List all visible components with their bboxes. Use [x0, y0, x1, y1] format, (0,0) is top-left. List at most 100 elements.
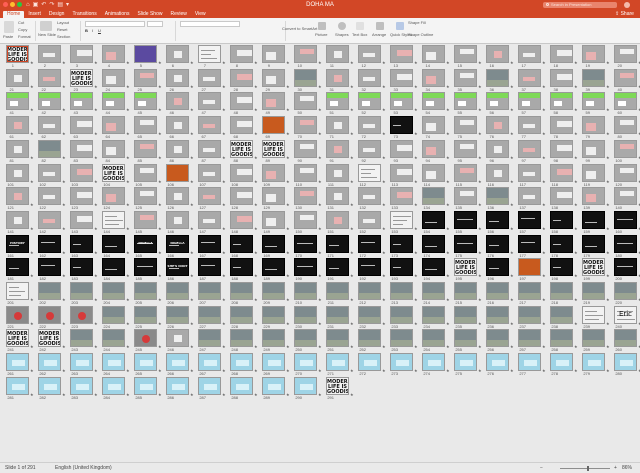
- slide-thumbnail[interactable]: [198, 139, 221, 158]
- slide-thumbnail[interactable]: [358, 329, 381, 348]
- slide-thumbnail[interactable]: [390, 45, 413, 63]
- slide-thumbnail[interactable]: [262, 163, 285, 182]
- slide-thumbnail[interactable]: [230, 210, 253, 229]
- slide-thumbnail[interactable]: [134, 163, 157, 182]
- slide-thumbnail[interactable]: [390, 116, 413, 135]
- slide-thumbnail[interactable]: [198, 305, 221, 324]
- slide-thumbnail[interactable]: [422, 68, 445, 87]
- slide-thumbnail[interactable]: [390, 139, 413, 158]
- slide-thumbnail[interactable]: [70, 92, 93, 111]
- slide-thumbnail[interactable]: [6, 305, 29, 324]
- shapes-button[interactable]: Shapes: [335, 33, 349, 37]
- slide-thumbnail[interactable]: [550, 68, 573, 87]
- slide-thumbnail[interactable]: [486, 210, 509, 229]
- slide-thumbnail[interactable]: [230, 163, 253, 182]
- slide-thumbnail[interactable]: [70, 116, 93, 135]
- slide-thumbnail[interactable]: [454, 353, 477, 372]
- slide-thumbnail[interactable]: [582, 139, 605, 158]
- slide-thumbnail[interactable]: [230, 92, 253, 111]
- section-button[interactable]: Section: [57, 35, 70, 39]
- slide-thumbnail[interactable]: [6, 258, 29, 277]
- slide-thumbnail[interactable]: [198, 68, 221, 87]
- slide-thumbnail[interactable]: [614, 163, 637, 182]
- slide-thumbnail[interactable]: [550, 45, 573, 63]
- slide-thumbnail[interactable]: [326, 353, 349, 372]
- slide-thumbnail[interactable]: NIGELLA: [166, 234, 189, 253]
- slide-thumbnail[interactable]: [166, 305, 189, 324]
- arrange-icon[interactable]: [376, 22, 384, 30]
- slide-thumbnail[interactable]: [422, 282, 445, 300]
- slide-thumbnail[interactable]: [422, 92, 445, 111]
- slide-thumbnail[interactable]: [582, 210, 605, 229]
- slide-thumbnail[interactable]: [230, 187, 253, 206]
- slide-thumbnail[interactable]: [550, 139, 573, 158]
- slide-thumbnail[interactable]: [454, 234, 477, 253]
- slide-thumbnail[interactable]: [582, 305, 605, 324]
- slide-thumbnail[interactable]: [390, 282, 413, 300]
- slide-thumbnail[interactable]: MODERN LIFE IS GOODISH: [262, 139, 285, 158]
- picture-button[interactable]: Picture: [315, 33, 327, 37]
- slide-thumbnail[interactable]: [550, 92, 573, 111]
- search-input[interactable]: Search in Presentation: [543, 2, 617, 8]
- slide-thumbnail[interactable]: [358, 139, 381, 158]
- slide-thumbnail[interactable]: [38, 234, 61, 253]
- slide-thumbnail[interactable]: [70, 376, 93, 395]
- slide-thumbnail[interactable]: [198, 329, 221, 348]
- slide-thumbnail[interactable]: [70, 353, 93, 372]
- slide-thumbnail[interactable]: [6, 68, 29, 87]
- slide-thumbnail[interactable]: [198, 376, 221, 395]
- slide-thumbnail[interactable]: [422, 45, 445, 63]
- slide-thumbnail[interactable]: [262, 305, 285, 324]
- slide-thumbnail[interactable]: [38, 116, 61, 135]
- slide-thumbnail[interactable]: [134, 210, 157, 229]
- shapes-icon[interactable]: [338, 22, 346, 30]
- slide-thumbnail[interactable]: [582, 187, 605, 206]
- slide-thumbnail[interactable]: [38, 139, 61, 158]
- slide-thumbnail[interactable]: [518, 163, 541, 182]
- slide-thumbnail[interactable]: [262, 353, 285, 372]
- tab-transitions[interactable]: Transitions: [68, 11, 100, 18]
- slide-thumbnail[interactable]: [486, 329, 509, 348]
- slide-thumbnail[interactable]: [422, 187, 445, 206]
- paragraph-controls[interactable]: [180, 21, 240, 27]
- slide-thumbnail[interactable]: [454, 92, 477, 111]
- slide-thumbnail[interactable]: [422, 210, 445, 229]
- slide-thumbnail[interactable]: [486, 282, 509, 300]
- slide-thumbnail[interactable]: [358, 163, 381, 182]
- slide-thumbnail[interactable]: [614, 68, 637, 87]
- slide-thumbnail[interactable]: [70, 258, 93, 277]
- slide-thumbnail[interactable]: [326, 92, 349, 111]
- slide-thumbnail[interactable]: [422, 353, 445, 372]
- slide-thumbnail[interactable]: [230, 45, 253, 63]
- slide-thumbnail[interactable]: [198, 258, 221, 277]
- slide-thumbnail[interactable]: [262, 68, 285, 87]
- slide-thumbnail[interactable]: MODERN LIFE IS GOODISH: [70, 68, 93, 87]
- slide-thumbnail[interactable]: [134, 45, 157, 63]
- slide-thumbnail[interactable]: [614, 45, 637, 63]
- slide-thumbnail[interactable]: [550, 234, 573, 253]
- underline-icon[interactable]: U: [98, 29, 101, 33]
- slide-thumbnail[interactable]: [518, 258, 541, 277]
- slide-thumbnail[interactable]: NIGELLA: [134, 234, 157, 253]
- slide-thumbnail[interactable]: [294, 329, 317, 348]
- slide-thumbnail[interactable]: [134, 92, 157, 111]
- slide-thumbnail[interactable]: [294, 139, 317, 158]
- slide-thumbnail[interactable]: [294, 376, 317, 395]
- slide-thumbnail[interactable]: [102, 353, 125, 372]
- slide-thumbnail[interactable]: [358, 92, 381, 111]
- tab-design[interactable]: Design: [45, 11, 69, 18]
- slide-thumbnail[interactable]: [422, 116, 445, 135]
- slide-thumbnail[interactable]: [326, 210, 349, 229]
- slide-thumbnail[interactable]: [582, 353, 605, 372]
- slide-thumbnail[interactable]: [198, 116, 221, 135]
- slide-thumbnail[interactable]: [166, 353, 189, 372]
- slide-thumbnail[interactable]: [166, 210, 189, 229]
- zoom-out-icon[interactable]: −: [540, 465, 543, 471]
- slide-thumbnail[interactable]: [230, 305, 253, 324]
- font-size-field[interactable]: [147, 21, 163, 27]
- convert-smartart-button[interactable]: Convert to SmartArt: [282, 27, 317, 31]
- picture-icon[interactable]: [318, 22, 326, 30]
- slide-thumbnail[interactable]: [38, 282, 61, 300]
- slide-thumbnail[interactable]: [294, 234, 317, 253]
- tab-review[interactable]: Review: [166, 11, 190, 18]
